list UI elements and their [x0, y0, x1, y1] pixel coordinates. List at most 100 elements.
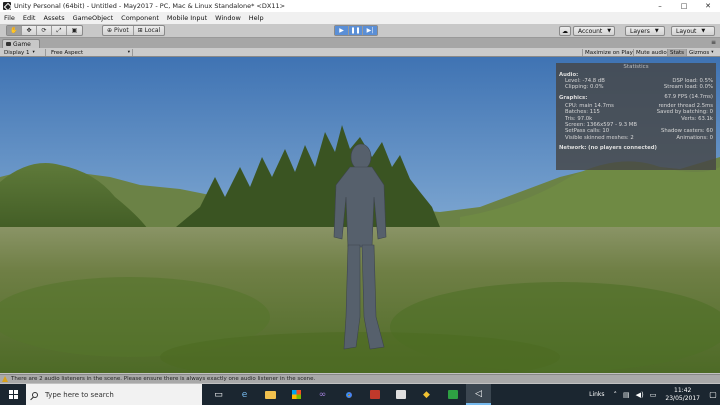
step-button-icon[interactable]: ▶|	[363, 26, 377, 35]
game-view-controls: Display 1 ▾ Free Aspect ▾ Maximize on Play…	[0, 48, 720, 57]
scale-tool-icon[interactable]: ⤢	[52, 26, 67, 35]
local-label: Local	[144, 27, 161, 34]
chevron-down-icon: ▼	[654, 28, 659, 34]
battery-icon[interactable]: ▭	[650, 391, 657, 399]
file-explorer-icon[interactable]	[258, 384, 283, 405]
account-label: Account	[578, 27, 603, 35]
main-toolbar: ✋ ✥ ⟳ ⤢ ▣ ⊕ Pivot ⊞ Local ▶ ❚❚ ▶| ☁ Acco…	[0, 24, 720, 38]
edge-browser-icon[interactable]: e	[232, 384, 257, 405]
rect-tool-icon[interactable]: ▣	[67, 26, 82, 35]
menu-file[interactable]: File	[4, 14, 15, 22]
app-icon[interactable]	[440, 384, 465, 405]
pivot-button[interactable]: ⊕ Pivot	[103, 26, 134, 35]
mute-audio-toggle[interactable]: Mute audio	[633, 49, 669, 56]
pivot-label: Pivot	[113, 27, 129, 34]
unity-logo-icon	[3, 2, 11, 10]
layout-label: Layout	[676, 27, 697, 35]
close-button[interactable]: ✕	[696, 0, 720, 12]
menu-component[interactable]: Component	[121, 14, 159, 22]
gamepad-icon	[6, 42, 11, 46]
network-status: Network: (no players connected)	[559, 145, 657, 152]
stats-title: Statistics	[623, 64, 649, 70]
statistics-panel: Statistics Audio: Level: -74.8 dB DSP lo…	[556, 63, 716, 170]
audio-clipping: Clipping: 0.0%	[565, 84, 604, 91]
stats-row: Clipping: 0.0% Stream load: 0.0%	[559, 84, 713, 90]
chevron-down-icon: ▼	[701, 28, 706, 34]
start-button[interactable]	[0, 384, 26, 405]
system-tray: Links ˄ ▤ ◀) ▭ 11:42 23/05/2017 ▢	[589, 384, 720, 405]
move-tool-icon[interactable]: ✥	[22, 26, 37, 35]
display-dropdown[interactable]: Display 1 ▾	[2, 49, 46, 56]
animations: Animations: 0	[676, 134, 713, 141]
menu-gameobject[interactable]: GameObject	[73, 14, 114, 22]
tab-menu-icon[interactable]: ≡	[711, 39, 716, 46]
app-icon[interactable]	[388, 384, 413, 405]
search-placeholder: Type here to search	[45, 390, 114, 399]
rotate-tool-icon[interactable]: ⟳	[37, 26, 52, 35]
chevron-down-icon: ▾	[711, 50, 714, 55]
visual-studio-icon[interactable]: ∞	[310, 384, 335, 405]
maximize-button[interactable]: □	[672, 0, 696, 12]
play-controls: ▶ ❚❚ ▶|	[334, 25, 378, 36]
verts: Verts: 63.1k	[681, 115, 713, 122]
menu-bar: File Edit Assets GameObject Component Mo…	[0, 12, 720, 24]
console-status-bar[interactable]: There are 2 audio listeners in the scene…	[0, 374, 720, 383]
gizmos-dropdown[interactable]: Gizmos ▾	[686, 49, 716, 56]
chevron-down-icon: ▾	[127, 50, 130, 55]
clock-date: 23/05/2017	[665, 394, 700, 402]
layout-dropdown[interactable]: Layout ▼	[671, 26, 715, 36]
game-tab-strip: Game ≡	[0, 38, 720, 48]
stats-row: Visible skinned meshes: 2 Animations: 0	[559, 135, 713, 141]
stats-label: Stats	[670, 49, 685, 56]
search-icon	[32, 391, 38, 398]
notification-center-icon[interactable]: ▢	[706, 384, 720, 405]
pivot-toggles: ⊕ Pivot ⊞ Local	[102, 25, 166, 36]
layers-dropdown[interactable]: Layers ▼	[625, 26, 665, 36]
clock-time: 11:42	[674, 386, 692, 394]
maximize-on-play-label: Maximize on Play	[585, 49, 633, 56]
chevron-down-icon: ▼	[607, 28, 612, 34]
menu-window[interactable]: Window	[215, 14, 241, 22]
hand-tool-icon[interactable]: ✋	[7, 26, 22, 35]
stats-toggle[interactable]: Stats	[667, 49, 687, 56]
menu-edit[interactable]: Edit	[23, 14, 36, 22]
taskbar-clock[interactable]: 11:42 23/05/2017	[665, 387, 700, 403]
menu-assets[interactable]: Assets	[43, 14, 64, 22]
menu-mobile-input[interactable]: Mobile Input	[167, 14, 207, 22]
aspect-dropdown[interactable]: Free Aspect ▾	[49, 49, 133, 56]
store-icon[interactable]	[284, 384, 309, 405]
chevron-down-icon: ▾	[32, 50, 35, 55]
windows-logo-icon	[8, 390, 18, 399]
windows-taskbar: Type here to search ▭ e ∞ ◆ ◁ Links ˄ ▤ …	[0, 384, 720, 405]
task-view-icon[interactable]: ▭	[206, 384, 231, 405]
transform-tools: ✋ ✥ ⟳ ⤢ ▣	[6, 25, 83, 36]
local-button[interactable]: ⊞ Local	[134, 26, 165, 35]
account-dropdown[interactable]: Account ▼	[573, 26, 615, 36]
links-toolbar[interactable]: Links	[589, 391, 604, 398]
menu-help[interactable]: Help	[249, 14, 264, 22]
minimize-button[interactable]: –	[648, 0, 672, 12]
layers-label: Layers	[630, 27, 650, 35]
window-title: Unity Personal (64bit) - Untitled - May2…	[14, 2, 286, 10]
pause-button-icon[interactable]: ❚❚	[349, 26, 363, 35]
graphics-header: Graphics:	[559, 94, 588, 101]
cloud-icon[interactable]: ☁	[559, 26, 571, 36]
chevron-up-icon[interactable]: ˄	[614, 391, 618, 399]
graphics-header-row: Graphics: 67.9 FPS (14.7ms)	[559, 94, 713, 101]
fps-readout: 67.9 FPS (14.7ms)	[664, 93, 713, 100]
network-icon[interactable]: ▤	[623, 391, 630, 399]
unity-taskbar-icon[interactable]: ◁	[466, 384, 491, 405]
maximize-on-play-toggle[interactable]: Maximize on Play	[582, 49, 635, 56]
taskbar-search-box[interactable]: Type here to search	[26, 384, 202, 405]
aspect-label: Free Aspect	[51, 49, 84, 56]
tab-game[interactable]: Game	[2, 39, 40, 48]
app-icon[interactable]: ◆	[414, 384, 439, 405]
tab-game-label: Game	[13, 40, 31, 48]
gizmos-label: Gizmos	[689, 49, 710, 56]
display-label: Display 1	[4, 49, 30, 56]
window-title-bar: Unity Personal (64bit) - Untitled - May2…	[0, 0, 720, 12]
app-icon[interactable]	[362, 384, 387, 405]
volume-icon[interactable]: ◀)	[636, 391, 644, 399]
chrome-icon[interactable]	[336, 384, 361, 405]
play-button-icon[interactable]: ▶	[335, 26, 349, 35]
